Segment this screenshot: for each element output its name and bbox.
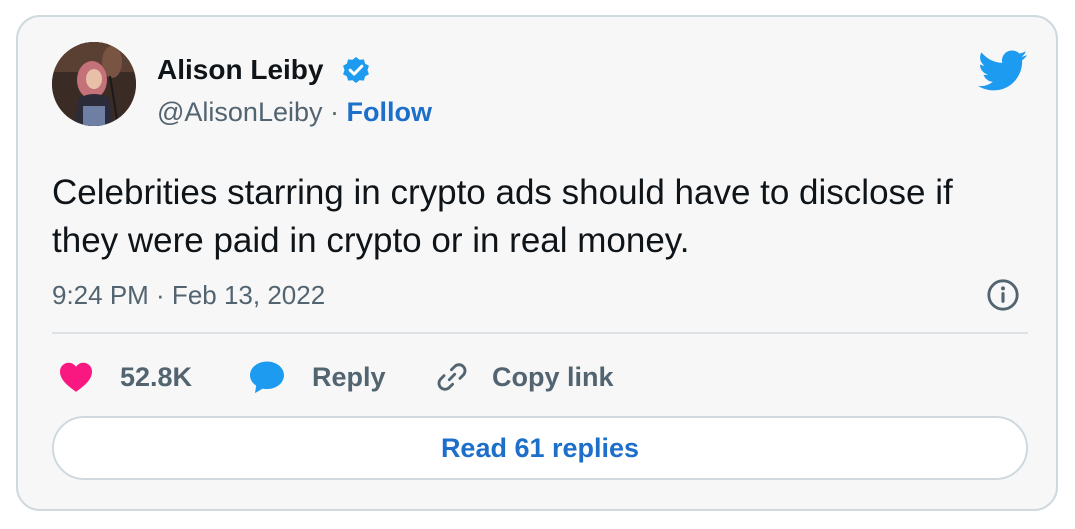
copy-link-button[interactable]: Copy link — [434, 357, 614, 397]
tweet-card: Alison Leiby @AlisonLeiby · Follow Celeb… — [16, 15, 1058, 511]
like-button[interactable]: 52.8K — [58, 357, 192, 397]
speech-bubble-icon — [250, 361, 284, 394]
info-icon[interactable] — [986, 278, 1020, 312]
reply-label: Reply — [312, 361, 386, 392]
author-name[interactable]: Alison Leiby — [157, 53, 323, 87]
avatar-image — [52, 42, 136, 126]
link-icon — [437, 363, 467, 391]
twitter-bird-icon[interactable] — [978, 49, 1028, 93]
follow-link[interactable]: Follow — [347, 97, 432, 127]
divider — [52, 332, 1028, 334]
handle-line: @AlisonLeiby · Follow — [157, 95, 432, 129]
reply-button[interactable]: Reply — [248, 357, 386, 397]
handle-separator: · — [322, 97, 347, 127]
heart-icon — [60, 362, 92, 392]
author-handle[interactable]: @AlisonLeiby — [157, 97, 323, 127]
read-replies-button[interactable]: Read 61 replies — [52, 416, 1028, 480]
verified-badge-icon — [343, 57, 369, 83]
read-replies-label: Read 61 replies — [440, 432, 640, 463]
like-count: 52.8K — [120, 361, 193, 392]
tweet-text: Celebrities starring in crypto ads shoul… — [52, 173, 953, 260]
copy-link-label: Copy link — [492, 361, 614, 392]
tweet-timestamp[interactable]: 9:24 PM · Feb 13, 2022 — [52, 279, 325, 311]
avatar[interactable] — [52, 42, 136, 126]
